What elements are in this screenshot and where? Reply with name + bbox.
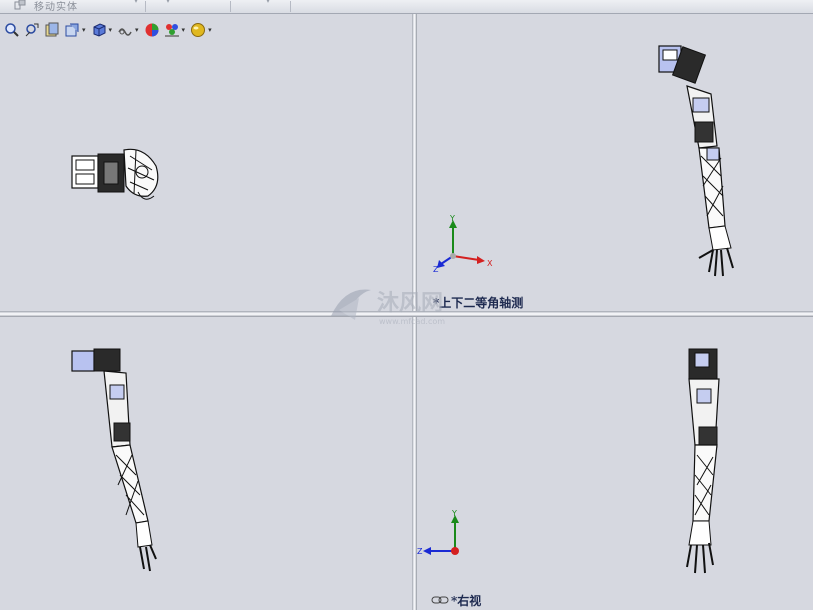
chevron-down-icon[interactable]: ▾ [109, 26, 113, 34]
robot-arm-model-trimetric[interactable] [647, 36, 757, 286]
robot-arm-model-front[interactable] [64, 136, 164, 206]
axis-x-label: X [487, 259, 493, 268]
view-settings-icon[interactable] [189, 21, 207, 39]
toolbar-separator [290, 1, 291, 12]
edit-appearance-icon[interactable] [143, 21, 161, 39]
axis-z-label: Z [417, 547, 423, 556]
chevron-down-icon[interactable]: ▾ [135, 26, 139, 34]
viewport-bottom-left[interactable] [0, 317, 412, 610]
chevron-down-icon[interactable]: ▾ [182, 26, 186, 34]
chevron-down-icon[interactable]: ▾ [134, 0, 138, 5]
move-body-button[interactable]: 移动实体 [34, 0, 78, 13]
display-style-icon[interactable] [116, 21, 134, 39]
viewport-top-left[interactable] [0, 14, 412, 311]
move-body-icon[interactable] [14, 0, 26, 11]
axis-triad: Y X Z [433, 214, 493, 274]
robot-arm-model-top[interactable] [64, 345, 174, 579]
toolbar-separator [145, 1, 146, 12]
previous-view-icon[interactable] [43, 21, 61, 39]
view-orientation-icon[interactable] [90, 21, 108, 39]
chevron-down-icon[interactable]: ▾ [208, 26, 212, 34]
chevron-down-icon[interactable]: ▾ [266, 0, 270, 5]
view-label-right: *右视 [451, 594, 482, 608]
section-view-icon[interactable] [63, 21, 81, 39]
chevron-down-icon[interactable]: ▾ [82, 26, 86, 34]
link-icon[interactable] [431, 595, 449, 605]
zoom-to-fit-icon[interactable] [3, 21, 21, 39]
robot-arm-model-right[interactable] [673, 345, 753, 579]
viewport-splitter-horizontal[interactable] [0, 311, 813, 317]
chevron-down-icon[interactable]: ▾ [166, 0, 170, 5]
axis-z-label: Z [433, 265, 439, 274]
viewport-top-right[interactable]: Y X Z *上下二等角轴测 [417, 14, 813, 311]
viewport-bottom-right[interactable]: Y Z *右视 [417, 317, 813, 610]
apply-scene-icon[interactable] [163, 21, 181, 39]
view-label-trimetric: *上下二等角轴测 [433, 296, 524, 310]
heads-up-view-toolbar: ▾ ▾ ▾ ▾ ▾ [3, 19, 216, 41]
command-bar: 移动实体 ▾ ▾ ▾ [0, 0, 813, 14]
toolbar-separator [230, 1, 231, 12]
axis-y-label: Y [449, 214, 455, 223]
axis-triad-right: Y Z [417, 509, 459, 556]
zoom-area-icon[interactable] [23, 21, 41, 39]
axis-y-label: Y [451, 509, 457, 518]
